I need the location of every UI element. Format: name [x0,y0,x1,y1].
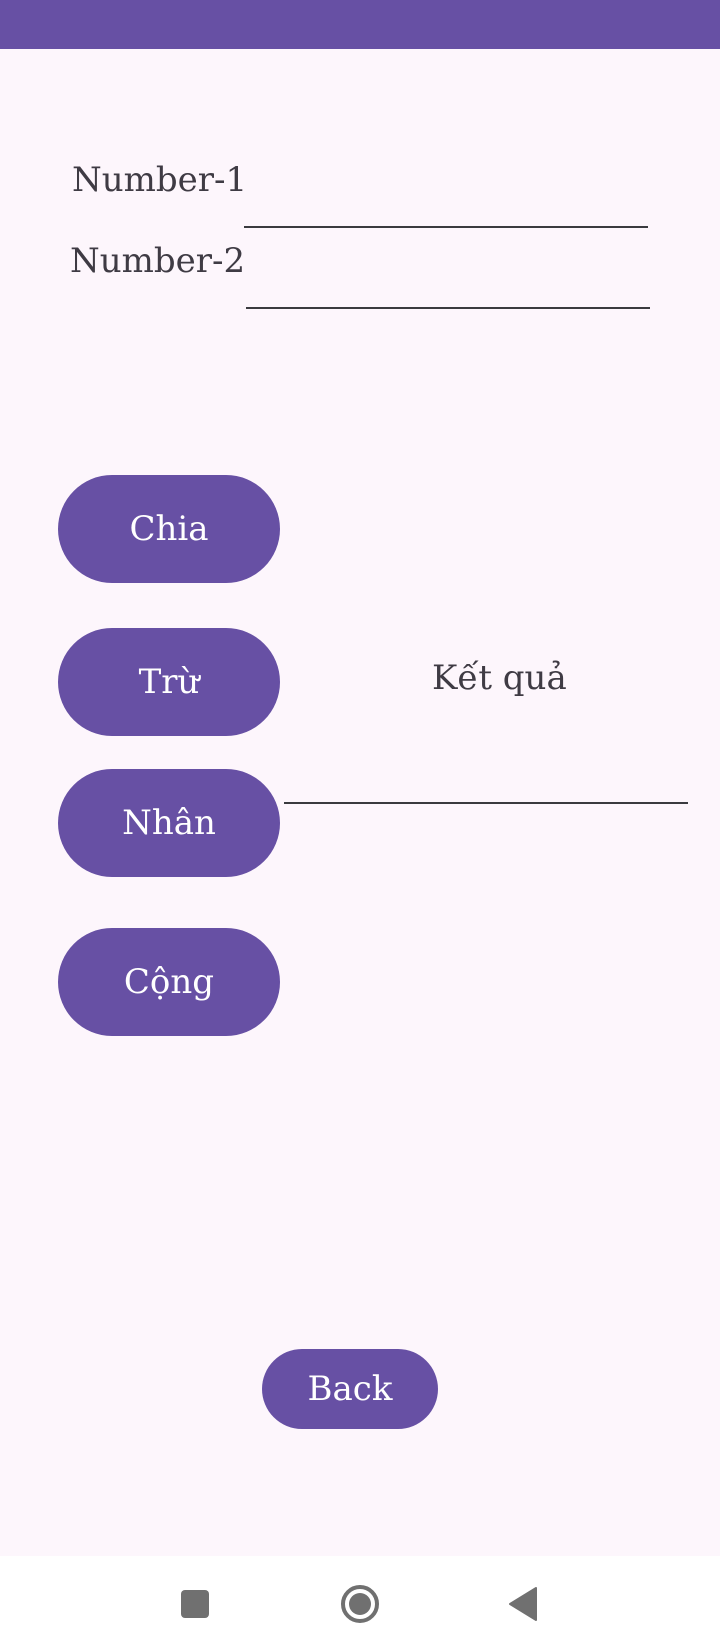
result-label: Kết quả [432,658,567,698]
nav-back-button[interactable] [503,1584,543,1624]
square-icon [181,1590,209,1618]
divide-button[interactable]: Chia [58,475,280,583]
add-button[interactable]: Cộng [58,928,280,1036]
multiply-button[interactable]: Nhân [58,769,280,877]
number2-input[interactable] [246,271,650,309]
home-button[interactable] [340,1584,380,1624]
number1-input[interactable] [244,190,648,228]
recents-button[interactable] [175,1584,215,1624]
number2-label: Number-2 [70,241,246,281]
number1-label: Number-1 [72,160,248,200]
triangle-back-icon [509,1587,537,1621]
status-bar [0,0,720,49]
result-field[interactable] [284,766,688,804]
circle-icon [341,1585,379,1623]
subtract-button[interactable]: Trừ [58,628,280,736]
back-button[interactable]: Back [262,1349,438,1429]
